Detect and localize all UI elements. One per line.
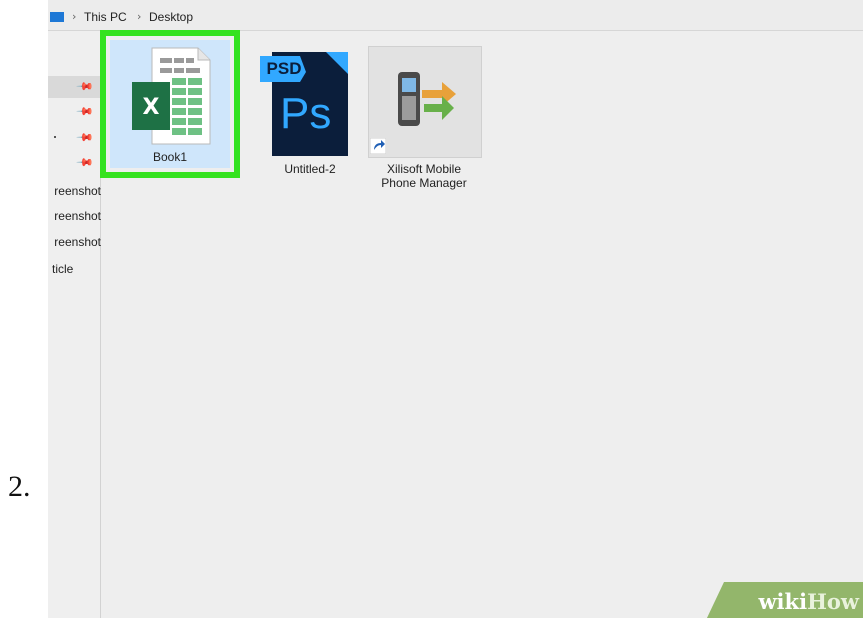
psd-badge: PSD (266, 59, 302, 78)
file-explorer-window: › This PC › Desktop 📌 📌 📌 📌 reenshot ree… (48, 0, 863, 618)
file-name-line1: Xilisoft Mobile (386, 162, 462, 176)
svg-text:Ps: Ps (280, 89, 331, 138)
file-name: Untitled-2 (284, 162, 336, 176)
pin-icon: 📌 (75, 77, 95, 96)
mobile-phone-manager-icon (398, 72, 456, 126)
navigation-pane: 📌 📌 📌 📌 reenshot reenshot reenshot ticle (48, 31, 101, 618)
wikihow-logo-text: wikiHow (758, 589, 859, 615)
quick-access-item[interactable]: 📌 (48, 101, 100, 123)
wikihow-how: How (807, 589, 859, 614)
item-dot (54, 136, 56, 138)
file-book1[interactable]: X Book1 (100, 30, 250, 190)
file-xilisoft-shortcut[interactable]: Xilisoft Mobile Phone Manager (368, 46, 488, 206)
quick-access-item[interactable]: 📌 (48, 127, 100, 149)
wikihow-wiki: wiki (758, 589, 808, 614)
breadcrumb-this-pc[interactable]: This PC (84, 10, 127, 24)
breadcrumb-desktop[interactable]: Desktop (149, 10, 193, 24)
nav-item-label[interactable]: ticle (52, 262, 73, 276)
pin-icon: 📌 (75, 153, 95, 172)
chevron-right-icon: › (137, 10, 142, 23)
file-untitled-2[interactable]: Ps PSD Untitled-2 (260, 52, 380, 202)
shortcut-arrow-icon (370, 138, 386, 154)
pin-icon: 📌 (75, 102, 95, 121)
chevron-right-icon: › (72, 10, 77, 23)
nav-item-label[interactable]: reenshot (54, 209, 101, 223)
svg-text:X: X (143, 95, 160, 120)
this-pc-icon (50, 12, 64, 22)
address-bar[interactable]: › This PC › Desktop (48, 0, 863, 31)
excel-icon: X (132, 47, 211, 145)
quick-access-item[interactable]: 📌 (48, 76, 100, 98)
nav-item-label[interactable]: reenshot (54, 184, 101, 198)
step-number: 2. (8, 470, 31, 503)
nav-item-label[interactable]: reenshot (54, 235, 101, 249)
pin-icon: 📌 (75, 128, 95, 147)
quick-access-item[interactable]: 📌 (48, 152, 100, 174)
file-name: Book1 (152, 150, 188, 164)
file-name-line2: Phone Manager (381, 176, 467, 190)
file-name: Xilisoft Mobile Phone Manager (364, 162, 484, 190)
